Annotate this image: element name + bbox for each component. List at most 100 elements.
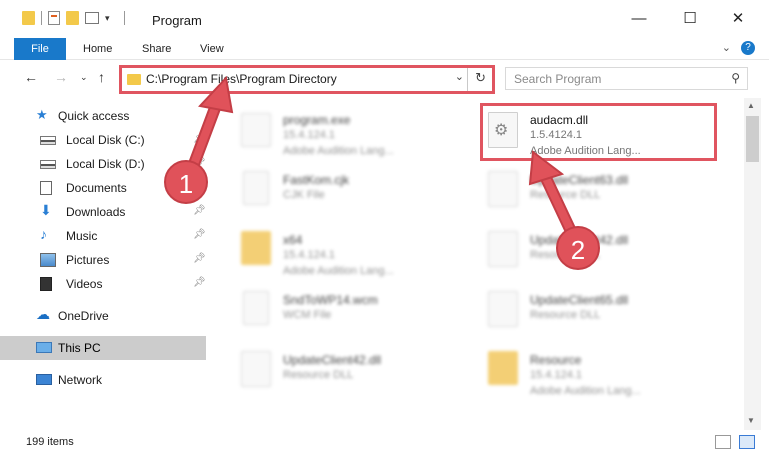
window-title: Program [152, 13, 202, 28]
ribbon-controls: ⌄ ? [722, 41, 755, 55]
search-box[interactable]: Search Program ⚲ [505, 67, 748, 90]
network-icon [36, 374, 52, 385]
refresh-icon[interactable]: ↻ [475, 70, 486, 86]
folder-icon [22, 11, 35, 25]
pin-icon: 📌︎ [193, 205, 206, 216]
file-item[interactable]: UpdateClient63.dll Resource DLL [482, 163, 722, 219]
file-name: FastKom.cjk [283, 173, 350, 187]
sidebar-item-label: Local Disk (C:) [66, 133, 145, 147]
pictures-icon [40, 253, 56, 267]
expand-ribbon-icon[interactable]: ⌄ [722, 41, 731, 55]
sidebar-item-label: This PC [58, 341, 101, 355]
file-detail: Adobe Audition Lang... [530, 385, 641, 397]
drive-icon [40, 160, 56, 169]
folder-icon [241, 231, 271, 265]
folder-item[interactable]: Resource 15.4.124.1 Adobe Audition Lang.… [482, 343, 722, 399]
sidebar-item-label: Quick access [58, 109, 130, 123]
minimize-button[interactable]: — [625, 8, 653, 30]
status-bar: 199 items [0, 432, 769, 454]
star-icon: ★ [36, 107, 48, 122]
sidebar-item-pictures[interactable]: Pictures 📌︎ [0, 248, 206, 272]
recent-locations-icon[interactable]: ⌄ [80, 72, 88, 83]
view-options-icon[interactable] [85, 12, 99, 24]
properties-icon[interactable] [48, 11, 60, 25]
sidebar-item-videos[interactable]: Videos 📌︎ [0, 272, 206, 296]
file-item[interactable]: FastKom.cjk CJK File [235, 163, 475, 219]
address-path[interactable]: C:\Program Files\Program Directory [146, 72, 337, 86]
help-icon[interactable]: ? [741, 41, 755, 55]
sidebar-item-network[interactable]: Network [0, 368, 206, 392]
file-detail: WCM File [283, 309, 332, 321]
forward-arrow-icon[interactable]: → [54, 69, 68, 85]
file-detail: 15.4.124.1 [530, 369, 582, 381]
tab-view[interactable]: View [200, 38, 224, 60]
file-item[interactable]: SndToWP14.wcm WCM File [235, 283, 475, 339]
tab-file[interactable]: File [14, 38, 66, 60]
cloud-icon: ☁ [36, 306, 50, 322]
tab-share[interactable]: Share [142, 38, 171, 60]
up-arrow-icon[interactable]: ↑ [98, 69, 105, 85]
separator [41, 11, 42, 25]
pin-icon: 📌︎ [193, 229, 206, 240]
file-detail: Resource DLL [530, 309, 601, 321]
file-item[interactable]: UpdateClient42.dll Resource DLL [235, 343, 475, 399]
file-name: program.exe [283, 113, 351, 127]
separator [123, 11, 125, 25]
new-folder-icon[interactable] [66, 11, 79, 25]
scroll-thumb[interactable] [746, 116, 759, 162]
large-icons-view-icon[interactable] [739, 435, 755, 449]
computer-icon [36, 342, 52, 353]
file-icon [243, 291, 269, 325]
divider [467, 68, 468, 91]
file-detail: Resource DLL [530, 189, 601, 201]
search-input[interactable]: Search Program [514, 72, 601, 86]
sidebar-item-music[interactable]: ♪ Music 📌︎ [0, 224, 206, 248]
sidebar-item-label: Videos [66, 277, 103, 291]
dll-gear-icon [241, 351, 271, 387]
file-name: Resource [530, 353, 582, 367]
back-arrow-icon[interactable]: ← [24, 69, 38, 85]
sidebar-item-label: Pictures [66, 253, 110, 267]
file-item[interactable]: UpdateClient65.dll Resource DLL [482, 283, 722, 339]
documents-icon [40, 181, 52, 195]
sidebar-item-onedrive[interactable]: ☁ OneDrive [0, 304, 206, 328]
file-detail: Resource DLL [283, 369, 354, 381]
file-name: SndToWP14.wcm [283, 293, 378, 307]
scroll-down-icon[interactable]: ▼ [747, 416, 755, 425]
maximize-button[interactable]: ☐ [676, 8, 704, 30]
sidebar-item-this-pc[interactable]: This PC [0, 336, 206, 360]
file-detail: Adobe Audition Lang... [283, 265, 394, 277]
pin-icon: 📌︎ [193, 277, 206, 288]
sidebar-item-quick-access[interactable]: ★ Quick access [0, 104, 206, 128]
address-bar[interactable]: C:\Program Files\Program Directory ⌄ ↻ [119, 65, 495, 94]
file-detail: 15.4.124.1 [283, 129, 335, 141]
file-item[interactable]: UpdateClient42.dll Resource DLL [482, 223, 722, 279]
videos-icon [40, 277, 52, 291]
search-icon[interactable]: ⚲ [731, 71, 740, 85]
file-name: UpdateClient65.dll [530, 293, 629, 307]
quick-access-toolbar: ▾ [22, 11, 125, 25]
vertical-scrollbar[interactable]: ▲ ▼ [744, 98, 761, 430]
chevron-down-icon[interactable]: ⌄ [455, 70, 464, 83]
sidebar-item-label: OneDrive [58, 309, 109, 323]
dll-gear-icon [488, 171, 518, 207]
details-view-icon[interactable] [715, 435, 731, 449]
file-detail: Adobe Audition Lang... [283, 145, 394, 157]
chevron-down-icon[interactable]: ▾ [105, 13, 110, 24]
drive-icon [40, 136, 56, 145]
callout-badge-2: 2 [556, 226, 600, 270]
file-item[interactable]: program.exe 15.4.124.1 Adobe Audition La… [235, 103, 475, 159]
music-icon: ♪ [40, 226, 47, 242]
file-detail: CJK File [283, 189, 325, 201]
folder-item[interactable]: x64 15.4.124.1 Adobe Audition Lang... [235, 223, 475, 279]
highlight-box [480, 103, 717, 161]
sidebar-item-downloads[interactable]: ⬇ Downloads 📌︎ [0, 200, 206, 224]
file-detail: 15.4.124.1 [283, 249, 335, 261]
tab-home[interactable]: Home [83, 38, 112, 60]
sidebar-item-local-disk-c[interactable]: Local Disk (C:) 📌︎ [0, 128, 206, 152]
folder-icon [488, 351, 518, 385]
file-name: x64 [283, 233, 303, 247]
pin-icon: 📌︎ [193, 253, 206, 264]
close-button[interactable]: ✕ [724, 8, 752, 30]
scroll-up-icon[interactable]: ▲ [747, 101, 755, 110]
